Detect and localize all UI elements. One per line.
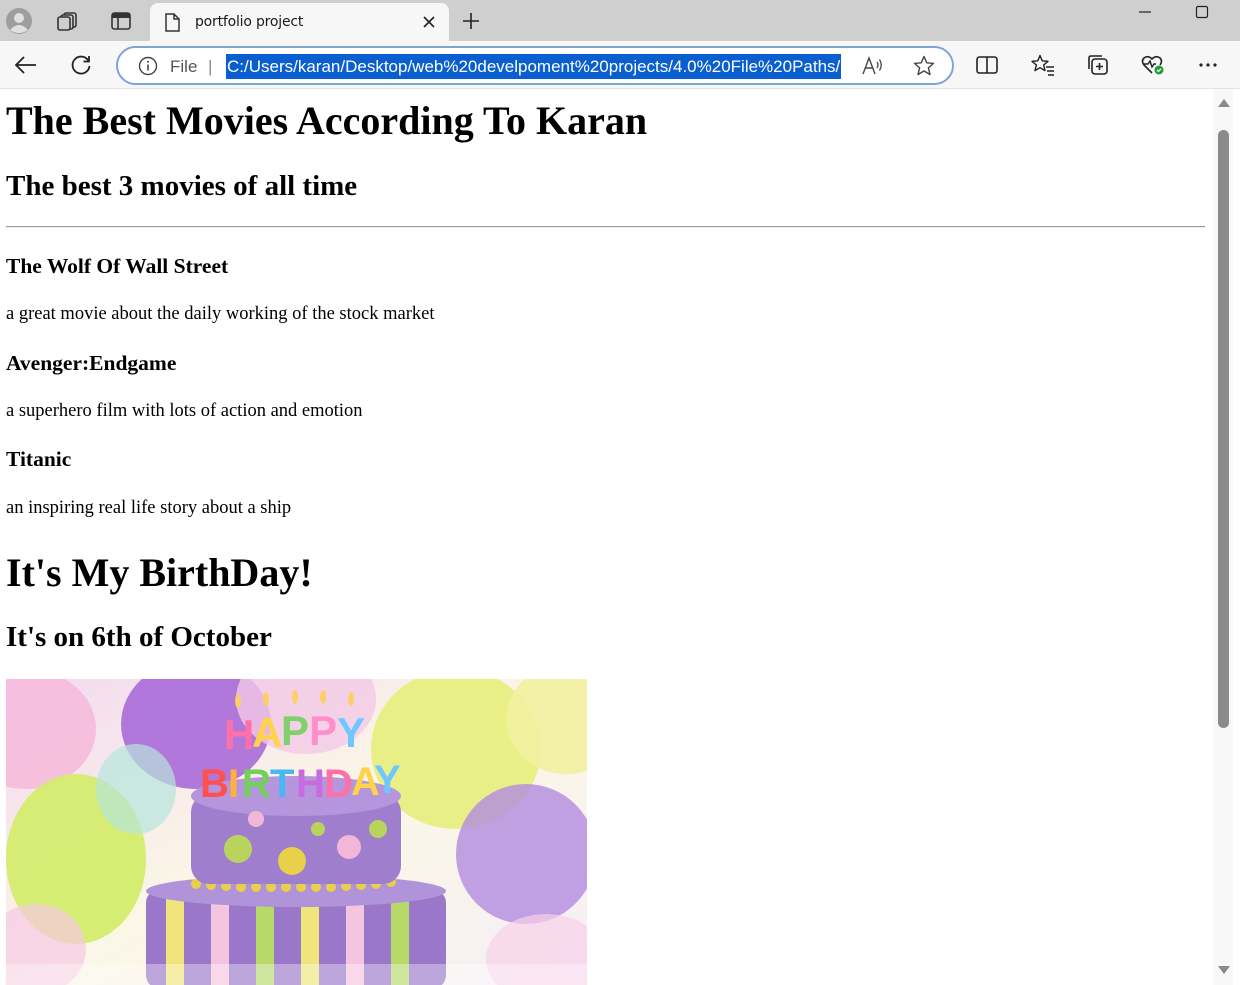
- movie-title-1: The Wolf Of Wall Street: [6, 254, 229, 278]
- avatar-icon: [6, 8, 32, 34]
- movie-description-1: a great movie about the daily working of…: [6, 304, 435, 324]
- minimize-icon: [1139, 11, 1151, 13]
- svg-text:B: B: [200, 762, 229, 806]
- heart-pulse-icon: [1141, 55, 1164, 75]
- performance-button[interactable]: [1137, 49, 1169, 81]
- maximize-icon: [1195, 5, 1209, 19]
- svg-text:Y: Y: [337, 709, 365, 756]
- back-arrow-icon: [15, 56, 36, 74]
- close-icon: [423, 16, 435, 28]
- vertical-tabs-icon: [111, 12, 131, 30]
- svg-text:Y: Y: [374, 758, 401, 802]
- birthday-date: It's on 6th of October: [6, 621, 272, 653]
- read-aloud-icon: [862, 56, 882, 75]
- browser-toolbar: File | C:/Users/karan/Desktop/web%20deve…: [0, 41, 1240, 89]
- svg-text:T: T: [270, 762, 294, 806]
- page-subtitle: The best 3 movies of all time: [6, 170, 358, 202]
- favorites-button[interactable]: [1027, 49, 1059, 81]
- split-screen-icon: [976, 56, 998, 74]
- scrollbar-thumb[interactable]: [1218, 130, 1229, 728]
- svg-text:H: H: [224, 711, 254, 758]
- tab-portfolio-project[interactable]: portfolio project: [150, 3, 449, 41]
- birthday-heading: It's My BirthDay!: [6, 550, 313, 595]
- collections-button[interactable]: [1082, 49, 1114, 81]
- svg-text:D: D: [324, 762, 353, 806]
- more-icon: [1199, 63, 1217, 67]
- svg-text:I: I: [228, 762, 239, 806]
- address-bar[interactable]: File | C:/Users/karan/Desktop/web%20deve…: [116, 46, 954, 85]
- maximize-button[interactable]: [1185, 2, 1219, 22]
- profile-button[interactable]: [3, 5, 35, 37]
- favorites-icon: [1031, 54, 1054, 76]
- scroll-up-arrow[interactable]: [1218, 99, 1230, 107]
- svg-text:P: P: [281, 707, 309, 754]
- info-icon[interactable]: [138, 56, 158, 76]
- svg-text:H: H: [296, 762, 325, 806]
- add-favorite-button[interactable]: [911, 54, 937, 78]
- birthday-cake-image: H A P P Y B I R T H D A Y: [6, 679, 587, 985]
- movie-description-3: an inspiring real life story about a shi…: [6, 498, 292, 518]
- page-title: The Best Movies According To Karan: [6, 98, 648, 143]
- minimize-button[interactable]: [1128, 2, 1162, 22]
- divider: [6, 226, 1205, 228]
- plus-icon: [463, 13, 479, 29]
- collections-icon: [1088, 55, 1108, 75]
- workspaces-button[interactable]: [52, 5, 84, 37]
- scroll-down-arrow[interactable]: [1218, 966, 1230, 974]
- star-icon: [913, 55, 935, 76]
- svg-text:A: A: [252, 709, 282, 756]
- page-icon: [165, 12, 181, 32]
- new-tab-button[interactable]: [455, 5, 487, 37]
- tab-strip: portfolio project: [0, 0, 1240, 41]
- movie-title-2: Avenger:Endgame: [6, 351, 177, 375]
- url-text[interactable]: C:/Users/karan/Desktop/web%20develpoment…: [226, 54, 842, 79]
- vertical-tabs-button[interactable]: [105, 5, 137, 37]
- reload-button[interactable]: [65, 49, 97, 81]
- svg-text:P: P: [309, 707, 337, 754]
- read-aloud-button[interactable]: [860, 54, 886, 78]
- scheme-label: File: [170, 57, 198, 76]
- page-viewport: The Best Movies According To Karan The b…: [0, 89, 1240, 985]
- vertical-scrollbar[interactable]: [1213, 89, 1233, 985]
- tab-title: portfolio project: [195, 14, 304, 30]
- back-button[interactable]: [10, 49, 42, 81]
- split-screen-button[interactable]: [971, 49, 1003, 81]
- close-tab-button[interactable]: [419, 12, 439, 32]
- reload-icon: [71, 55, 91, 75]
- more-options-button[interactable]: [1192, 49, 1224, 81]
- movie-title-3: Titanic: [6, 447, 72, 471]
- svg-text:R: R: [242, 762, 271, 806]
- address-separator: |: [208, 57, 213, 76]
- movie-description-2: a superhero film with lots of action and…: [6, 401, 363, 421]
- workspaces-icon: [57, 12, 77, 31]
